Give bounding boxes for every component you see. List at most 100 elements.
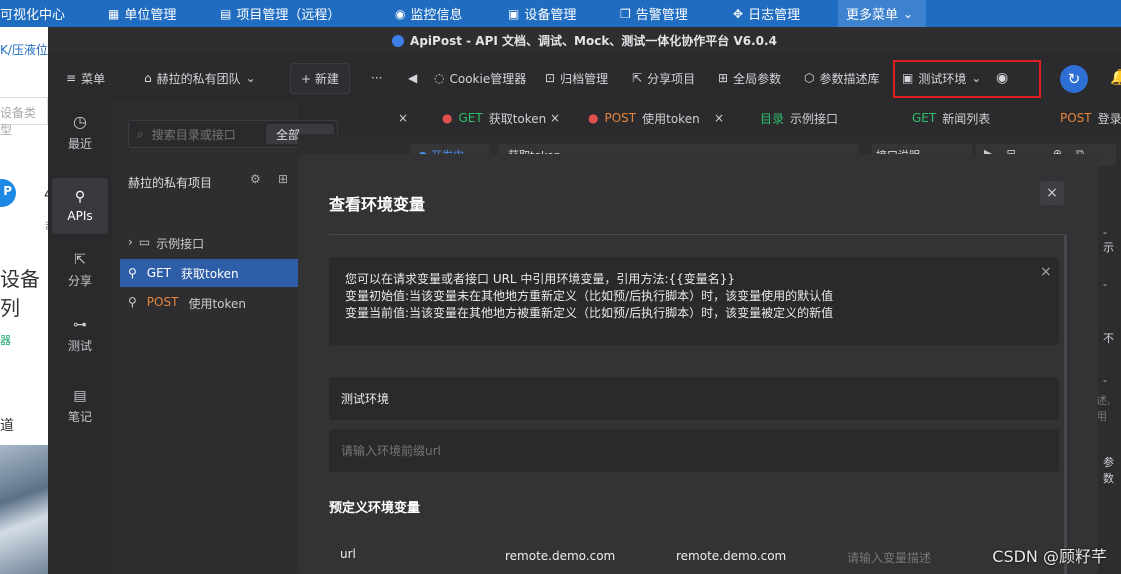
device-icon: ▣ bbox=[508, 6, 520, 21]
cookie-manager-button[interactable]: ◌ Cookie管理器 bbox=[434, 54, 526, 102]
nav-item-projects[interactable]: ▤ 项目管理（远程） bbox=[220, 0, 340, 27]
nav-notes[interactable]: ▤ 笔记 bbox=[52, 378, 108, 434]
status-text: 器 bbox=[0, 334, 11, 347]
nav-item-monitor[interactable]: ◉ 监控信息 bbox=[395, 0, 463, 27]
device-type-select[interactable]: 设备类型 bbox=[0, 97, 48, 137]
bg-text: - bbox=[1103, 374, 1107, 387]
add-folder-icon[interactable]: ⊞ bbox=[278, 172, 288, 186]
chevron-down-icon: ⌄ bbox=[971, 71, 982, 85]
copy-icon: ❐ bbox=[620, 6, 631, 21]
nav-share[interactable]: ⇱ 分享 bbox=[52, 242, 108, 298]
team-icon: ⌂ bbox=[144, 71, 152, 85]
info-icon: P bbox=[0, 179, 16, 207]
bg-text: - bbox=[1103, 278, 1107, 291]
folder-item[interactable]: › ▭ 示例接口 bbox=[128, 235, 204, 252]
sync-icon[interactable]: ↻ bbox=[1060, 65, 1088, 93]
tab-use-token[interactable]: ● POST 使用token bbox=[588, 102, 700, 134]
add-api-icon[interactable]: ⚙ bbox=[250, 172, 261, 186]
tab-close-icon[interactable]: × bbox=[398, 102, 408, 134]
main-toolbar: ≡ 菜单 ⌂ 赫拉的私有团队 ⌄ + 新建 ··· ◀ ◌ Cookie管理器 ⊡ 归档管… bbox=[48, 54, 1121, 102]
link-icon: ⚲ bbox=[128, 266, 137, 280]
nav-item-units[interactable]: ▦ 单位管理 bbox=[108, 0, 176, 27]
nav-recent[interactable]: ◷ 最近 bbox=[52, 104, 108, 160]
nav-test[interactable]: ⊶ 测试 bbox=[52, 307, 108, 363]
project-name: 赫拉的私有项目 bbox=[128, 176, 213, 190]
target-icon: ◉ bbox=[395, 6, 406, 21]
tab-close-icon[interactable]: × bbox=[714, 102, 724, 134]
chevron-down-icon: ⌄ bbox=[903, 6, 914, 21]
view-environment-eye-icon[interactable]: ◉ bbox=[996, 54, 1008, 102]
env-url-input[interactable]: 请输入环境前缀url bbox=[329, 429, 1059, 472]
divider bbox=[329, 234, 1067, 235]
new-button[interactable]: + 新建 bbox=[290, 62, 350, 94]
tab-get-token[interactable]: ● GET 获取token bbox=[442, 102, 546, 134]
info-line: 变量初始值:当该变量未在其他地方重新定义（比如预/后执行脚本）时，该变量使用的默… bbox=[345, 289, 834, 303]
info-line: 您可以在请求变量或者接口 URL 中引用环境变量，引用方法:{{变量名}} bbox=[345, 272, 736, 286]
bg-text: 不 bbox=[1103, 332, 1114, 345]
environment-selector[interactable]: ▣ 测试环境 ⌄ bbox=[902, 54, 981, 102]
link-icon: ⚲ bbox=[128, 295, 137, 309]
chevron-down-icon: ⌄ bbox=[245, 71, 256, 85]
liquid-level-link[interactable]: K/压液位 bbox=[0, 41, 48, 58]
grid-icon: ▦ bbox=[108, 6, 120, 21]
var-key[interactable]: url bbox=[340, 547, 356, 561]
section-heading: 预定义环境变量 bbox=[329, 501, 421, 516]
nav-item-logs[interactable]: ✥ 日志管理 bbox=[733, 0, 800, 27]
bg-text: 述,用 bbox=[1096, 394, 1111, 423]
bg-text: - 示 bbox=[1103, 226, 1114, 254]
chevron-right-icon: › bbox=[128, 235, 133, 249]
info-line: 变量当前值:当该变量在其他地方被重新定义（比如预/后执行脚本）时，该变量被定义的… bbox=[345, 306, 834, 320]
background-page-left: K/压液位 设备类型 P 4 ま 设备列 器 道 bbox=[0, 27, 48, 574]
tab-news-list[interactable]: GET 新闻列表 bbox=[912, 102, 990, 134]
param-library-button[interactable]: ⬡ 参数描述库 bbox=[804, 54, 880, 102]
info-close-icon[interactable]: × bbox=[1040, 264, 1052, 280]
modal-close-icon[interactable]: × bbox=[1040, 181, 1064, 205]
team-selector[interactable]: ⌂ 赫拉的私有团队 ⌄ bbox=[144, 54, 256, 102]
watermark: CSDN @顾籽芊 bbox=[992, 547, 1107, 566]
nav-apis[interactable]: ⚲ APIs bbox=[52, 178, 108, 234]
move-icon: ✥ bbox=[733, 6, 744, 21]
document-icon: ▤ bbox=[220, 6, 232, 21]
scroll-left-icon[interactable]: ◀ bbox=[408, 54, 417, 102]
env-name-field[interactable]: 测试环境 bbox=[329, 377, 1059, 420]
clock-icon: ◷ bbox=[73, 112, 87, 131]
more-button[interactable]: ··· bbox=[371, 54, 382, 102]
tab-example-folder[interactable]: 目录 示例接口 bbox=[760, 102, 838, 134]
env-variables-modal: 查看环境变量 × 您可以在请求变量或者接口 URL 中引用环境变量，引用方法:{… bbox=[298, 154, 1098, 574]
tab-login[interactable]: POST 登录 bbox=[1060, 102, 1121, 134]
request-tabs: × ● GET 获取token × ● POST 使用token × 目录 示例接口 GE… bbox=[392, 102, 1121, 134]
params-icon: ⊞ bbox=[718, 71, 729, 85]
background-nav-bar: 可视化中心 ▦ 单位管理 ▤ 项目管理（远程） ◉ 监控信息 ▣ 设备管理 ❐ 告警管理 … bbox=[0, 0, 1121, 27]
nav-item-alarms[interactable]: ❐ 告警管理 bbox=[620, 0, 688, 27]
bell-icon[interactable]: 🔔 bbox=[1110, 68, 1121, 86]
note-icon: ▤ bbox=[73, 387, 87, 404]
environment-icon: ▣ bbox=[902, 71, 914, 85]
link-icon: ⚲ bbox=[74, 189, 86, 205]
tree-item-use-token[interactable]: ⚲ POST 使用token bbox=[128, 295, 246, 312]
left-nav-sidebar: ◷ 最近 ⚲ APIs ⇱ 分享 ⊶ 测试 ▤ 笔记 bbox=[48, 102, 112, 574]
tree-item-get-token[interactable]: ⚲ GET 获取token bbox=[120, 259, 298, 287]
equipment-photo bbox=[0, 445, 48, 574]
var-initial-value[interactable]: remote.demo.com bbox=[505, 549, 615, 563]
modal-title: 查看环境变量 bbox=[329, 195, 426, 214]
archive-button[interactable]: ⊡ 归档管理 bbox=[545, 54, 608, 102]
share-project-button[interactable]: ⇱ 分享项目 bbox=[632, 54, 695, 102]
info-alert: 您可以在请求变量或者接口 URL 中引用环境变量，引用方法:{{变量名}} 变量… bbox=[329, 257, 1059, 345]
tab-close-icon[interactable]: × bbox=[550, 102, 560, 134]
global-params-button[interactable]: ⊞ 全局参数 bbox=[718, 54, 781, 102]
channel-text: 道 bbox=[0, 418, 14, 434]
device-heading: 设备列 bbox=[0, 267, 40, 320]
nav-item-visual-center[interactable]: 可视化中心 bbox=[0, 0, 65, 27]
share-icon: ⇱ bbox=[632, 71, 643, 85]
cookie-icon: ◌ bbox=[434, 71, 445, 85]
var-desc-input[interactable]: 请输入变量描述 bbox=[847, 549, 931, 566]
api-tree-panel: ⌕搜索目录或接口 全部⌄ 赫拉的私有项目 ⚙ ⊞ ›▭示例接口 ⚲GET获取to… bbox=[112, 102, 338, 574]
scrollbar[interactable] bbox=[1064, 234, 1067, 574]
search-input[interactable]: 搜索目录或接口 bbox=[152, 126, 236, 143]
var-current-value[interactable]: remote.demo.com bbox=[676, 549, 786, 563]
flow-icon: ⊶ bbox=[73, 316, 87, 333]
nav-item-devices[interactable]: ▣ 设备管理 bbox=[508, 0, 576, 27]
window-title: ApiPost - API 文档、调试、Mock、测试一体化协作平台 V6.0.… bbox=[410, 34, 777, 48]
menu-button[interactable]: ≡ 菜单 bbox=[66, 54, 105, 102]
nav-item-more[interactable]: 更多菜单 ⌄ bbox=[838, 0, 926, 27]
